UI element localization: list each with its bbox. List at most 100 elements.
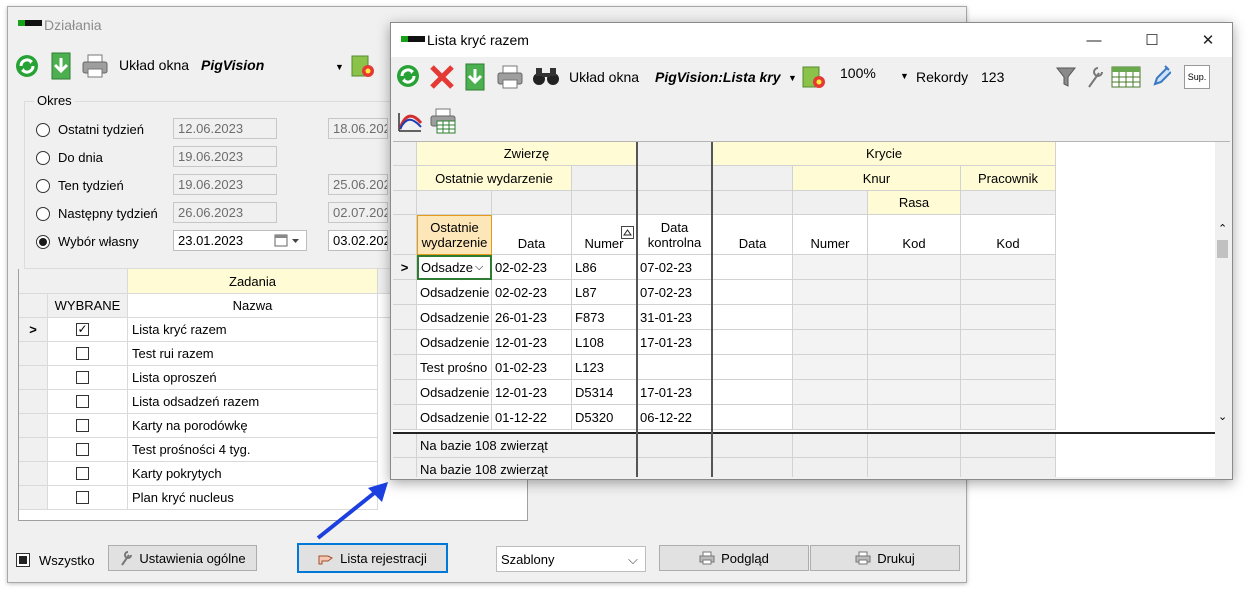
column-header-mating-date[interactable]: Data — [713, 215, 793, 255]
table-cell[interactable] — [713, 330, 793, 355]
table-cell[interactable] — [793, 405, 868, 430]
from-date-field[interactable]: 19.06.2023 — [173, 174, 277, 195]
task-name[interactable]: Karty na porodówkę — [128, 414, 378, 438]
table-cell[interactable]: 01-02-23 — [492, 355, 572, 380]
table-cell[interactable] — [713, 380, 793, 405]
column-header-boar-number[interactable]: Numer — [793, 215, 868, 255]
table-cell[interactable]: 06-12-22 — [637, 405, 713, 430]
sup-button[interactable]: Sup. — [1184, 65, 1210, 89]
table-cell[interactable]: 31-01-23 — [637, 305, 713, 330]
table-cell[interactable] — [868, 405, 961, 430]
task-name[interactable]: Lista odsadzeń razem — [128, 390, 378, 414]
table-cell[interactable]: L108 — [572, 330, 637, 355]
table-cell[interactable]: 07-02-23 — [637, 255, 713, 280]
table-row-checkbox-cell[interactable] — [48, 414, 128, 438]
column-header-breed-code[interactable]: Kod — [868, 215, 961, 255]
calendar-grid-icon[interactable] — [1111, 65, 1141, 89]
table-cell[interactable]: Odsadzenie — [417, 405, 492, 430]
scroll-down-icon[interactable]: ⌄ — [1218, 410, 1227, 423]
refresh-icon[interactable] — [395, 63, 421, 89]
chevron-down-icon[interactable]: ▼ — [900, 71, 909, 81]
close-red-icon[interactable] — [429, 64, 455, 90]
table-row-checkbox-cell[interactable] — [48, 462, 128, 486]
table-cell[interactable]: Test prośno — [417, 355, 492, 380]
checkbox[interactable] — [76, 443, 89, 456]
table-cell[interactable] — [713, 280, 793, 305]
radio-last-week[interactable] — [36, 123, 50, 137]
syringe-icon[interactable] — [1151, 64, 1171, 90]
to-date-field[interactable]: 02.07.202 — [328, 202, 388, 223]
download-icon[interactable] — [463, 63, 487, 91]
table-cell[interactable]: L87 — [572, 280, 637, 305]
title-bar[interactable]: Lista kryć razem — ☐ ✕ — [391, 23, 1232, 57]
download-icon[interactable] — [49, 52, 73, 80]
task-name[interactable]: Lista kryć razem — [128, 318, 378, 342]
print-button[interactable]: Drukuj — [810, 545, 960, 571]
chevron-down-icon[interactable]: ▼ — [788, 73, 797, 83]
table-cell[interactable]: D5320 — [572, 405, 637, 430]
radio-this-week[interactable] — [36, 179, 50, 193]
scroll-up-icon[interactable]: ⌃ — [1218, 222, 1227, 235]
table-cell[interactable] — [868, 330, 961, 355]
to-date-field[interactable]: 03.02.202 — [328, 230, 388, 251]
scrollbar-thumb[interactable] — [1217, 240, 1228, 258]
table-row-checkbox-cell[interactable] — [48, 390, 128, 414]
table-cell[interactable]: 02-02-23 — [492, 255, 572, 280]
column-header-selected[interactable]: WYBRANE — [48, 294, 128, 318]
registration-list-button[interactable]: Lista rejestracji — [297, 543, 448, 573]
settings-gear-icon[interactable] — [350, 53, 376, 79]
from-date-field[interactable]: 26.06.2023 — [173, 202, 277, 223]
column-header-name[interactable]: Nazwa — [128, 294, 378, 318]
table-cell[interactable] — [793, 355, 868, 380]
task-name[interactable]: Lista oproszeń — [128, 366, 378, 390]
task-name[interactable]: Test rui razem — [128, 342, 378, 366]
column-header-worker-code[interactable]: Kod — [961, 215, 1056, 255]
table-cell[interactable] — [713, 355, 793, 380]
radio-custom[interactable] — [36, 235, 50, 249]
table-cell[interactable]: F873 — [572, 305, 637, 330]
settings-gear-icon[interactable] — [801, 64, 827, 90]
printer-icon[interactable] — [496, 64, 524, 90]
table-cell[interactable] — [793, 380, 868, 405]
table-cell[interactable]: Odsadzenie — [417, 330, 492, 355]
table-cell[interactable]: 17-01-23 — [637, 380, 713, 405]
preview-button[interactable]: Podgląd — [659, 545, 809, 571]
layout-select[interactable]: PigVision — [201, 57, 264, 73]
table-cell[interactable] — [868, 305, 961, 330]
table-cell[interactable] — [793, 280, 868, 305]
radio-next-week[interactable] — [36, 207, 50, 221]
table-cell[interactable] — [961, 255, 1056, 280]
chevron-down-icon[interactable]: ⌵ — [475, 261, 483, 274]
checkbox[interactable]: ✓ — [76, 323, 89, 336]
table-cell[interactable] — [793, 255, 868, 280]
table-cell[interactable] — [713, 405, 793, 430]
chevron-down-icon[interactable]: ▼ — [335, 62, 344, 72]
binoculars-icon[interactable] — [531, 65, 561, 87]
maximize-button[interactable]: ☐ — [1129, 23, 1175, 57]
table-cell[interactable] — [868, 280, 961, 305]
templates-select[interactable]: Szablony — [496, 546, 646, 572]
table-cell[interactable] — [868, 355, 961, 380]
table-cell[interactable] — [961, 405, 1056, 430]
table-row-checkbox-cell[interactable] — [48, 486, 128, 510]
checkbox[interactable] — [76, 419, 89, 432]
to-date-field[interactable]: 18.06.202 — [328, 118, 388, 139]
table-cell[interactable]: Odsadzenie — [417, 380, 492, 405]
curve-chart-icon[interactable] — [397, 109, 423, 133]
table-cell[interactable]: 12-01-23 — [492, 380, 572, 405]
table-cell[interactable] — [961, 280, 1056, 305]
column-header-date[interactable]: Data — [492, 215, 572, 255]
table-cell[interactable]: Odsadzenie — [417, 305, 492, 330]
filter-funnel-icon[interactable] — [1055, 65, 1077, 89]
table-row-checkbox-cell[interactable] — [48, 342, 128, 366]
table-row-checkbox-cell[interactable] — [48, 366, 128, 390]
table-cell[interactable]: 07-02-23 — [637, 280, 713, 305]
printer-icon[interactable] — [81, 53, 109, 79]
layout-select[interactable]: PigVision:Lista kry — [655, 69, 781, 85]
close-button[interactable]: ✕ — [1185, 23, 1231, 57]
from-date-field[interactable]: 19.06.2023 — [173, 146, 277, 167]
table-cell[interactable] — [961, 305, 1056, 330]
general-settings-button[interactable]: Ustawienia ogólne — [108, 545, 257, 571]
calendar-dropdown-icon[interactable] — [274, 234, 302, 248]
wrench-icon[interactable] — [1085, 65, 1105, 89]
